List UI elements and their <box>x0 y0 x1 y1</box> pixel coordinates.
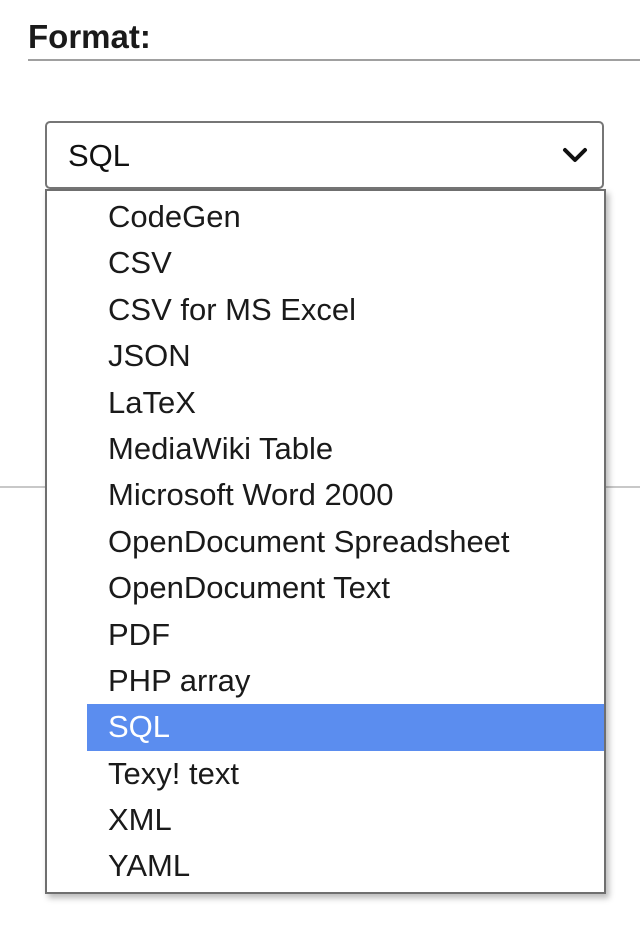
format-option-microsoft-word-2000[interactable]: Microsoft Word 2000 <box>87 472 604 518</box>
format-option-csv[interactable]: CSV <box>87 240 604 286</box>
format-dropdown-list: CodeGen CSV CSV for MS Excel JSON LaTeX Media… <box>45 189 606 894</box>
chevron-down-icon <box>563 148 587 162</box>
format-heading: Format: <box>28 18 151 55</box>
format-option-texy-text[interactable]: Texy! text <box>87 751 604 797</box>
format-option-xml[interactable]: XML <box>87 797 604 843</box>
format-select-value: SQL <box>68 138 131 173</box>
format-option-opendocument-spreadsheet[interactable]: OpenDocument Spreadsheet <box>87 519 604 565</box>
format-option-sql[interactable]: SQL <box>87 704 604 751</box>
heading-divider <box>28 59 640 61</box>
format-option-php-array[interactable]: PHP array <box>87 658 604 704</box>
format-option-mediawiki-table[interactable]: MediaWiki Table <box>87 426 604 472</box>
format-option-latex[interactable]: LaTeX <box>87 380 604 426</box>
format-option-json[interactable]: JSON <box>87 333 604 379</box>
format-option-yaml[interactable]: YAML <box>87 843 604 889</box>
format-option-csv-for-ms-excel[interactable]: CSV for MS Excel <box>87 287 604 333</box>
format-option-codegen[interactable]: CodeGen <box>87 194 604 240</box>
format-option-pdf[interactable]: PDF <box>87 612 604 658</box>
format-option-opendocument-text[interactable]: OpenDocument Text <box>87 565 604 611</box>
format-select[interactable]: SQL <box>45 121 604 189</box>
